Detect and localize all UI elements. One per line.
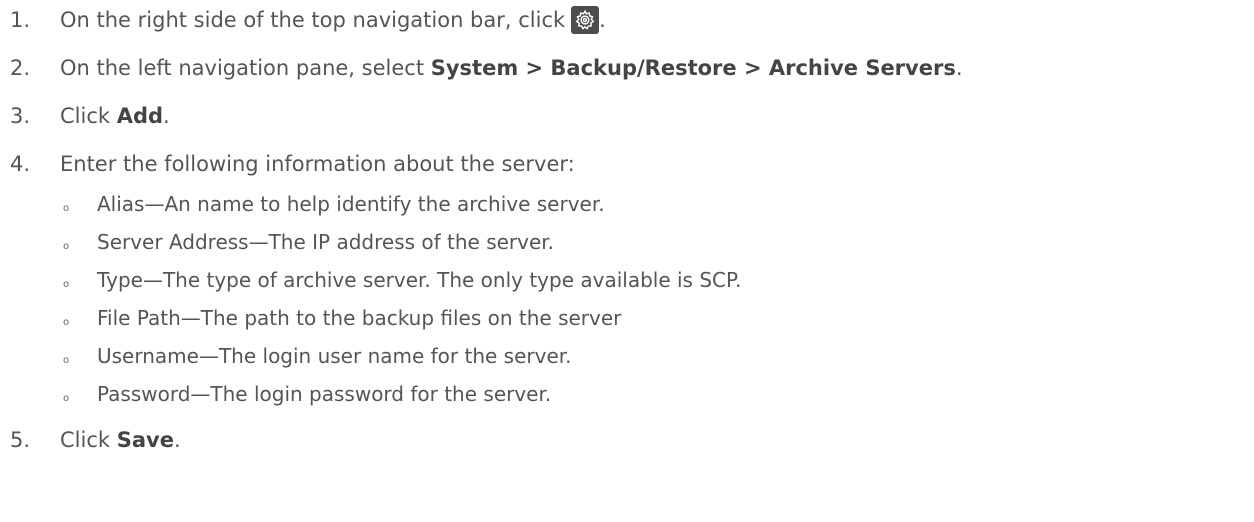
step-number: 4. [10, 152, 31, 176]
menu-path: System > Backup/Restore > Archive Server… [430, 56, 956, 80]
step-5: 5. Click Save . [10, 422, 181, 458]
step-1: 1. On the right side of the top navigati… [10, 2, 606, 38]
step-number: 5. [10, 428, 31, 452]
step-4: 4. Enter the following information about… [10, 146, 575, 182]
bullet-marker: o [63, 278, 70, 290]
field-description-text: Username—The login user name for the ser… [97, 344, 572, 368]
step-text: On the left navigation pane, select [60, 56, 431, 80]
step-text: Click [60, 104, 117, 128]
field-description-server-address: o Server Address—The IP address of the s… [63, 226, 554, 258]
step-text: On the right side of the top navigation … [60, 8, 566, 32]
field-description-file-path: o File Path—The path to the backup files… [63, 302, 621, 334]
step-2: 2. On the left navigation pane, select S… [10, 50, 963, 86]
step-number: 1. [10, 8, 31, 32]
bullet-marker: o [63, 392, 70, 404]
field-description-password: o Password—The login password for the se… [63, 378, 551, 410]
field-description-username: o Username—The login user name for the s… [63, 340, 572, 372]
step-number: 3. [10, 104, 31, 128]
step-3: 3. Click Add . [10, 98, 170, 134]
step-suffix: . [173, 428, 181, 452]
step-text: Enter the following information about th… [60, 152, 575, 176]
gear-icon [571, 6, 600, 34]
field-description-text: Password—The login password for the serv… [97, 382, 552, 406]
bullet-marker: o [63, 316, 70, 328]
field-description-text: Server Address—The IP address of the ser… [97, 230, 555, 254]
bullet-marker: o [63, 202, 70, 214]
save-button-label: Save [116, 428, 174, 452]
add-button-label: Add [116, 104, 164, 128]
instruction-document: 1. On the right side of the top navigati… [0, 0, 1254, 522]
step-number: 2. [10, 56, 31, 80]
field-description-text: Alias—An name to help identify the archi… [97, 192, 605, 216]
field-description-type: o Type—The type of archive server. The o… [63, 264, 741, 296]
field-description-text: File Path—The path to the backup files o… [97, 306, 622, 330]
bullet-marker: o [63, 354, 70, 366]
field-description-alias: o Alias—An name to help identify the arc… [63, 188, 605, 220]
step-suffix: . [955, 56, 963, 80]
step-text: Click [60, 428, 117, 452]
step-suffix: . [599, 8, 606, 32]
bullet-marker: o [63, 240, 70, 252]
field-description-text: Type—The type of archive server. The onl… [97, 268, 742, 292]
step-suffix: . [163, 104, 170, 128]
